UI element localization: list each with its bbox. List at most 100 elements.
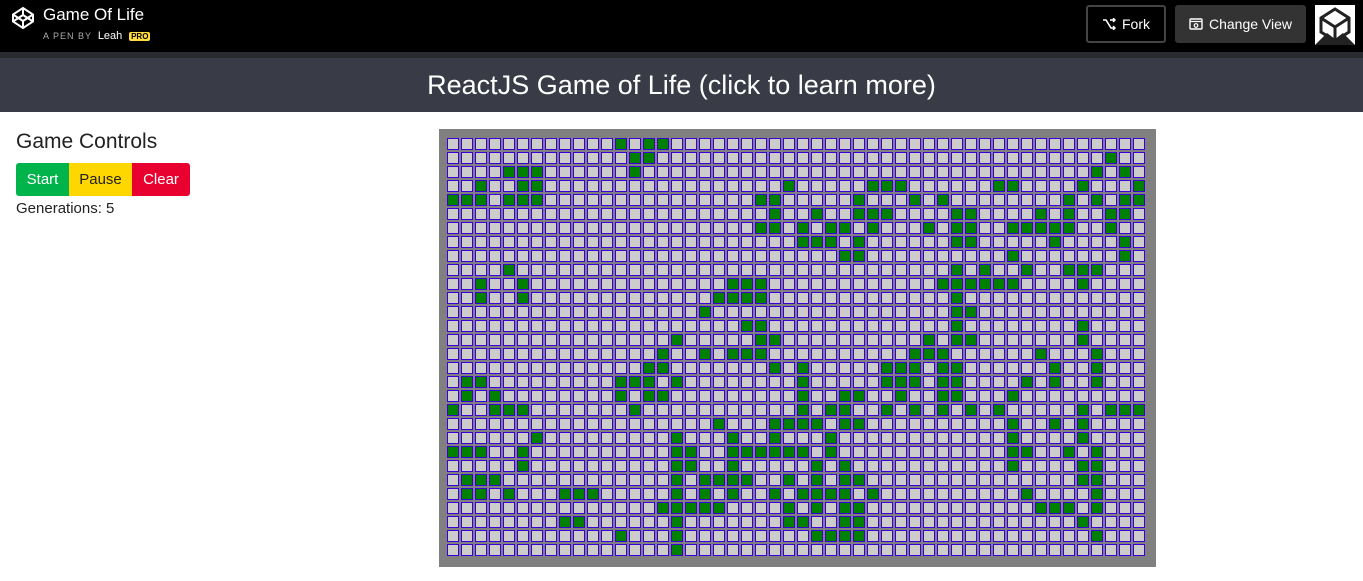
cell-alive[interactable] <box>881 208 893 220</box>
cell-alive[interactable] <box>825 446 837 458</box>
cell-dead[interactable] <box>937 334 949 346</box>
cell-dead[interactable] <box>1063 390 1075 402</box>
cell-dead[interactable] <box>867 348 879 360</box>
cell-dead[interactable] <box>587 306 599 318</box>
cell-dead[interactable] <box>923 530 935 542</box>
cell-dead[interactable] <box>811 376 823 388</box>
cell-dead[interactable] <box>993 138 1005 150</box>
cell-alive[interactable] <box>1119 250 1131 262</box>
cell-dead[interactable] <box>993 208 1005 220</box>
cell-dead[interactable] <box>769 292 781 304</box>
cell-dead[interactable] <box>741 544 753 556</box>
cell-dead[interactable] <box>979 488 991 500</box>
cell-dead[interactable] <box>1063 376 1075 388</box>
cell-dead[interactable] <box>755 530 767 542</box>
cell-dead[interactable] <box>1049 446 1061 458</box>
cell-dead[interactable] <box>643 236 655 248</box>
cell-dead[interactable] <box>741 250 753 262</box>
cell-alive[interactable] <box>1049 418 1061 430</box>
cell-dead[interactable] <box>937 446 949 458</box>
cell-alive[interactable] <box>671 530 683 542</box>
cell-dead[interactable] <box>1119 544 1131 556</box>
cell-alive[interactable] <box>671 516 683 528</box>
cell-alive[interactable] <box>937 194 949 206</box>
cell-dead[interactable] <box>1119 320 1131 332</box>
cell-dead[interactable] <box>727 390 739 402</box>
cell-dead[interactable] <box>867 418 879 430</box>
cell-dead[interactable] <box>937 222 949 234</box>
cell-dead[interactable] <box>1133 544 1145 556</box>
cell-dead[interactable] <box>531 152 543 164</box>
cell-dead[interactable] <box>461 334 473 346</box>
cell-dead[interactable] <box>965 320 977 332</box>
cell-dead[interactable] <box>629 348 641 360</box>
cell-dead[interactable] <box>979 236 991 248</box>
cell-dead[interactable] <box>601 502 613 514</box>
cell-alive[interactable] <box>1049 362 1061 374</box>
cell-dead[interactable] <box>1063 348 1075 360</box>
cell-dead[interactable] <box>559 404 571 416</box>
cell-dead[interactable] <box>587 530 599 542</box>
cell-dead[interactable] <box>615 306 627 318</box>
cell-alive[interactable] <box>895 362 907 374</box>
cell-dead[interactable] <box>573 334 585 346</box>
cell-alive[interactable] <box>517 166 529 178</box>
cell-dead[interactable] <box>741 152 753 164</box>
cell-dead[interactable] <box>741 404 753 416</box>
cell-alive[interactable] <box>1035 348 1047 360</box>
cell-dead[interactable] <box>825 292 837 304</box>
cell-alive[interactable] <box>629 376 641 388</box>
cell-dead[interactable] <box>965 474 977 486</box>
cell-dead[interactable] <box>1133 502 1145 514</box>
cell-dead[interactable] <box>447 390 459 402</box>
cell-dead[interactable] <box>587 250 599 262</box>
cell-dead[interactable] <box>531 474 543 486</box>
cell-dead[interactable] <box>811 152 823 164</box>
cell-alive[interactable] <box>671 488 683 500</box>
cell-dead[interactable] <box>951 446 963 458</box>
cell-dead[interactable] <box>1021 236 1033 248</box>
cell-dead[interactable] <box>965 194 977 206</box>
cell-dead[interactable] <box>853 152 865 164</box>
cell-dead[interactable] <box>1021 320 1033 332</box>
cell-alive[interactable] <box>475 446 487 458</box>
cell-alive[interactable] <box>657 502 669 514</box>
cell-dead[interactable] <box>937 306 949 318</box>
cell-dead[interactable] <box>447 264 459 276</box>
cell-dead[interactable] <box>951 474 963 486</box>
cell-alive[interactable] <box>881 180 893 192</box>
cell-dead[interactable] <box>699 320 711 332</box>
cell-dead[interactable] <box>881 194 893 206</box>
cell-alive[interactable] <box>853 250 865 262</box>
cell-dead[interactable] <box>545 418 557 430</box>
cell-dead[interactable] <box>1133 208 1145 220</box>
cell-dead[interactable] <box>951 488 963 500</box>
cell-dead[interactable] <box>545 404 557 416</box>
cell-dead[interactable] <box>559 152 571 164</box>
cell-dead[interactable] <box>895 320 907 332</box>
cell-dead[interactable] <box>1007 362 1019 374</box>
cell-dead[interactable] <box>811 292 823 304</box>
cell-dead[interactable] <box>475 152 487 164</box>
cell-dead[interactable] <box>475 208 487 220</box>
cell-alive[interactable] <box>825 236 837 248</box>
cell-dead[interactable] <box>573 264 585 276</box>
cell-dead[interactable] <box>699 250 711 262</box>
cell-dead[interactable] <box>965 390 977 402</box>
cell-dead[interactable] <box>1133 530 1145 542</box>
cell-dead[interactable] <box>923 306 935 318</box>
cell-dead[interactable] <box>461 138 473 150</box>
cell-dead[interactable] <box>461 208 473 220</box>
cell-dead[interactable] <box>1007 194 1019 206</box>
cell-alive[interactable] <box>573 488 585 500</box>
cell-alive[interactable] <box>1007 446 1019 458</box>
cell-dead[interactable] <box>951 138 963 150</box>
cell-dead[interactable] <box>461 502 473 514</box>
cell-dead[interactable] <box>1105 446 1117 458</box>
cell-alive[interactable] <box>699 306 711 318</box>
cell-alive[interactable] <box>825 222 837 234</box>
cell-alive[interactable] <box>951 334 963 346</box>
cell-dead[interactable] <box>895 418 907 430</box>
cell-dead[interactable] <box>447 362 459 374</box>
cell-dead[interactable] <box>923 474 935 486</box>
